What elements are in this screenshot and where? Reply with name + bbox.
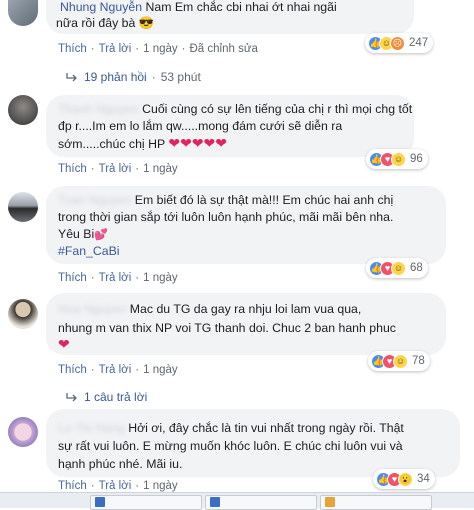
- comment-time[interactable]: 1 ngày: [143, 43, 178, 55]
- heart-emoji-icon: ❤❤❤❤❤: [168, 135, 228, 151]
- comment-time[interactable]: 1 ngày: [143, 163, 178, 175]
- comment-text: Nhung Nguyễn Nam Em chắc cbi nhai ớt nha…: [60, 0, 410, 15]
- commenter-avatar[interactable]: [8, 417, 38, 447]
- comment-author[interactable]: Le Thi Hang: [58, 421, 125, 435]
- comment-time[interactable]: 1 ngày: [143, 272, 178, 284]
- comment-line: Hởi ơi, đây chắc là tin vui nhất trong n…: [128, 421, 404, 435]
- reaction-count: 68: [410, 262, 423, 274]
- reaction-summary[interactable]: 👍 ♥ 😮 34: [373, 469, 435, 489]
- haha-reaction-icon: ☺: [393, 353, 408, 369]
- taskbar-item[interactable]: [205, 495, 317, 510]
- view-replies-link[interactable]: 1 câu trả lời: [66, 390, 147, 404]
- reaction-count: 78: [412, 355, 425, 367]
- like-link[interactable]: Thích: [58, 364, 87, 376]
- commenter-avatar[interactable]: [8, 95, 38, 125]
- comment-text: đp r....Im em lo lắm qw.....mong đám cướ…: [58, 119, 343, 133]
- reply-link[interactable]: Trả lời: [99, 163, 132, 175]
- document-icon: [325, 497, 335, 507]
- reply-link[interactable]: Trả lời: [99, 43, 132, 55]
- taskbar-item[interactable]: [90, 495, 202, 510]
- reply-link[interactable]: Trả lời: [99, 364, 132, 376]
- comment-line: Cuối cùng có sự lên tiếng của chị r thì …: [142, 102, 413, 116]
- reaction-summary[interactable]: 👍 ♥ ☺ 68: [366, 258, 428, 278]
- comment-time[interactable]: 1 ngày: [143, 364, 178, 376]
- haha-reaction-icon: ☺: [391, 260, 406, 276]
- reply-arrow-icon: [66, 73, 77, 82]
- comment-actions: Thích · Trả lời · 1 ngày: [58, 163, 178, 175]
- reaction-summary[interactable]: 👍 ♥ ☺ 96: [366, 149, 428, 169]
- comment-line: Nam Em chắc cbi nhai ớt nhai ngãi: [145, 0, 337, 14]
- wow-reaction-icon: 😮: [398, 471, 413, 487]
- replies-count: 1 câu trả lời: [84, 390, 148, 404]
- comment-author[interactable]: Nhung Nguyễn: [60, 0, 142, 14]
- reply-link[interactable]: Trả lời: [99, 480, 132, 492]
- replies-time: 53 phút: [160, 70, 201, 84]
- reaction-count: 247: [409, 37, 429, 49]
- haha-reaction-icon: ☺: [391, 151, 406, 167]
- commenter-avatar[interactable]: [8, 192, 38, 222]
- hearts-emoji-icon: 💕: [94, 229, 108, 241]
- comment-actions: Thích · Trả lời · 1 ngày: [58, 480, 178, 492]
- document-icon: [210, 497, 220, 507]
- like-link[interactable]: Thích: [58, 163, 87, 175]
- reaction-summary[interactable]: 👍 ☺ ☹ 247: [365, 33, 434, 53]
- reply-arrow-icon: [66, 393, 77, 402]
- comment-actions: Thích · Trả lời · 1 ngày · Đã chỉnh sửa: [58, 43, 258, 55]
- view-replies-link[interactable]: 19 phản hồi · 53 phút: [66, 70, 201, 84]
- like-link[interactable]: Thích: [58, 480, 87, 492]
- comment-text: sớm.....chúc chị HP ❤❤❤❤❤: [58, 135, 413, 152]
- reaction-count: 96: [410, 153, 423, 165]
- taskbar: [0, 492, 474, 510]
- comment-text: sự rất vui luôn. E mừng muốn khóc luôn. …: [58, 439, 403, 453]
- comment-text: nhung m van thix NP voi TG thanh doi. Ch…: [58, 321, 396, 335]
- comment-author[interactable]: Thanh Nguyen: [58, 102, 139, 116]
- heart-emoji-icon: ❤: [58, 336, 70, 352]
- comment-text: Hoa Nguyen Mac du TG da gay ra nhju loi …: [58, 301, 443, 317]
- hashtag-link[interactable]: #Fan_CaBi: [58, 243, 258, 259]
- comment-text: Tuan Nguyen Em biết đó là sự thật mà!!! …: [58, 192, 443, 208]
- comment-text: Thanh Nguyen Cuối cùng có sự lên tiếng c…: [58, 101, 413, 117]
- comment-line: sớm.....chúc chị HP: [58, 137, 165, 151]
- comment-text: trong thời gian sắp tới luôn luôn hạnh p…: [58, 210, 394, 224]
- document-icon: [95, 497, 105, 507]
- comment-time[interactable]: 1 ngày: [143, 480, 178, 492]
- comment-author[interactable]: Hoa Nguyen: [58, 302, 126, 316]
- comment-line: Yêu Bi: [58, 227, 95, 241]
- comment-actions: Thích · Trả lời · 1 ngày: [58, 364, 178, 376]
- reaction-summary[interactable]: 👍 ♥ ☺ 78: [368, 351, 430, 371]
- reply-link[interactable]: Trả lời: [99, 272, 132, 284]
- comment-text: Yêu Bi💕: [58, 226, 443, 243]
- like-link[interactable]: Thích: [58, 43, 87, 55]
- like-link[interactable]: Thích: [58, 272, 87, 284]
- commenter-avatar[interactable]: [8, 299, 38, 329]
- commenter-avatar[interactable]: [8, 0, 38, 26]
- comment-line: Mac du TG da gay ra nhju loi lam vua qua…: [129, 302, 362, 316]
- comment-author[interactable]: Tuan Nguyen: [58, 193, 131, 207]
- comment-text: Le Thi Hang Hởi ơi, đây chắc là tin vui …: [58, 420, 458, 436]
- comment-text: nữa rồi đây bà 😎: [56, 16, 155, 30]
- taskbar-item[interactable]: [320, 495, 432, 510]
- angry-reaction-icon: ☹: [390, 35, 405, 51]
- comment-line: Em biết đó là sự thật mà!!! Em chúc hai …: [134, 193, 394, 207]
- replies-count: 19 phản hồi: [84, 70, 147, 84]
- comment-actions: Thích · Trả lời · 1 ngày: [58, 272, 178, 284]
- edited-label[interactable]: Đã chỉnh sửa: [190, 43, 258, 55]
- reaction-count: 34: [417, 473, 430, 485]
